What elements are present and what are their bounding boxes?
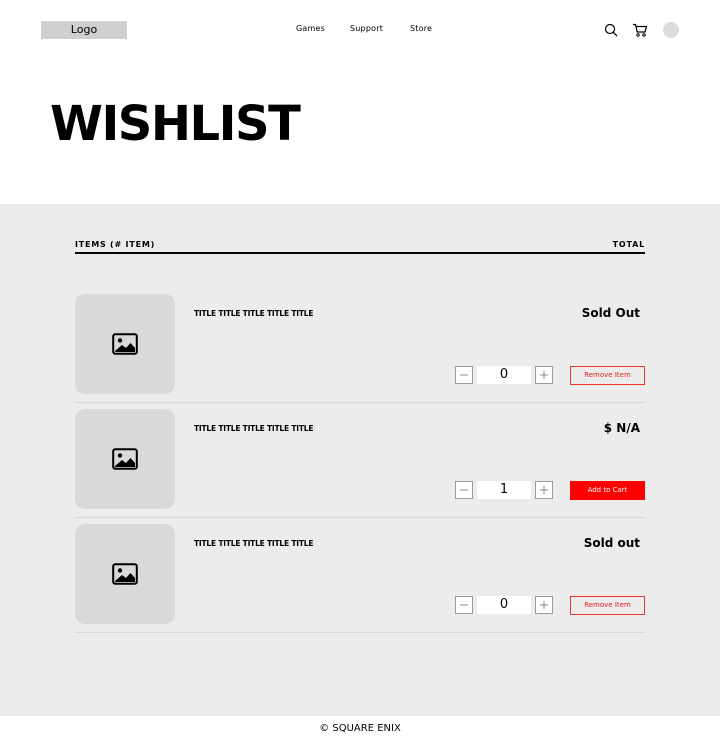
avatar[interactable] [663, 22, 679, 38]
minus-icon [460, 489, 468, 491]
image-placeholder-icon [112, 448, 138, 470]
quantity-value[interactable]: 1 [477, 481, 531, 499]
decrement-button[interactable] [455, 596, 473, 614]
total-column-label: TOTAL [612, 240, 645, 249]
quantity-value[interactable]: 0 [477, 596, 531, 614]
plus-icon [540, 601, 548, 609]
quantity-stepper: 1 [455, 481, 555, 500]
remove-item-button[interactable]: Remove Item [570, 596, 645, 615]
minus-icon [460, 604, 468, 606]
item-status: Sold Out [581, 306, 640, 320]
footer-copyright: © SQUARE ENIX [319, 723, 401, 734]
add-to-cart-button[interactable]: Add to Cart [570, 481, 645, 500]
decrement-button[interactable] [455, 366, 473, 384]
page-title: WISHLIST [50, 96, 301, 152]
nav-games[interactable]: Games [296, 24, 325, 33]
search-icon[interactable] [603, 22, 619, 38]
wishlist-items: TITLE TITLE TITLE TITLE TITLE Sold Out 0… [75, 294, 645, 639]
item-status: Sold out [583, 536, 640, 550]
cart-icon[interactable] [632, 22, 648, 38]
item-price: $ N/A [603, 421, 640, 435]
remove-item-button[interactable]: Remove Item [570, 366, 645, 385]
item-title[interactable]: TITLE TITLE TITLE TITLE TITLE [194, 424, 313, 433]
wishlist-item: TITLE TITLE TITLE TITLE TITLE Sold Out 0… [75, 294, 645, 409]
increment-button[interactable] [535, 481, 553, 499]
item-thumbnail[interactable] [75, 294, 175, 394]
wishlist-panel: ITEMS (# ITEM) TOTAL TITLE TITLE TITLE T… [0, 204, 720, 716]
item-thumbnail[interactable] [75, 409, 175, 509]
plus-icon [540, 486, 548, 494]
quantity-stepper: 0 [455, 366, 555, 385]
increment-button[interactable] [535, 596, 553, 614]
minus-icon [460, 374, 468, 376]
header-divider [75, 252, 645, 254]
wishlist-item: TITLE TITLE TITLE TITLE TITLE Sold out 0… [75, 524, 645, 639]
image-placeholder-icon [112, 563, 138, 585]
nav-support[interactable]: Support [350, 24, 383, 33]
nav-store[interactable]: Store [410, 24, 432, 33]
quantity-value[interactable]: 0 [477, 366, 531, 384]
image-placeholder-icon [112, 333, 138, 355]
quantity-stepper: 0 [455, 596, 555, 615]
item-title[interactable]: TITLE TITLE TITLE TITLE TITLE [194, 539, 313, 548]
decrement-button[interactable] [455, 481, 473, 499]
wishlist-item: TITLE TITLE TITLE TITLE TITLE $ N/A 1 Ad… [75, 409, 645, 524]
plus-icon [540, 371, 548, 379]
item-count-label: (# ITEM) [110, 240, 156, 249]
items-column-label: ITEMS [75, 240, 107, 249]
item-title[interactable]: TITLE TITLE TITLE TITLE TITLE [194, 309, 313, 318]
item-thumbnail[interactable] [75, 524, 175, 624]
increment-button[interactable] [535, 366, 553, 384]
